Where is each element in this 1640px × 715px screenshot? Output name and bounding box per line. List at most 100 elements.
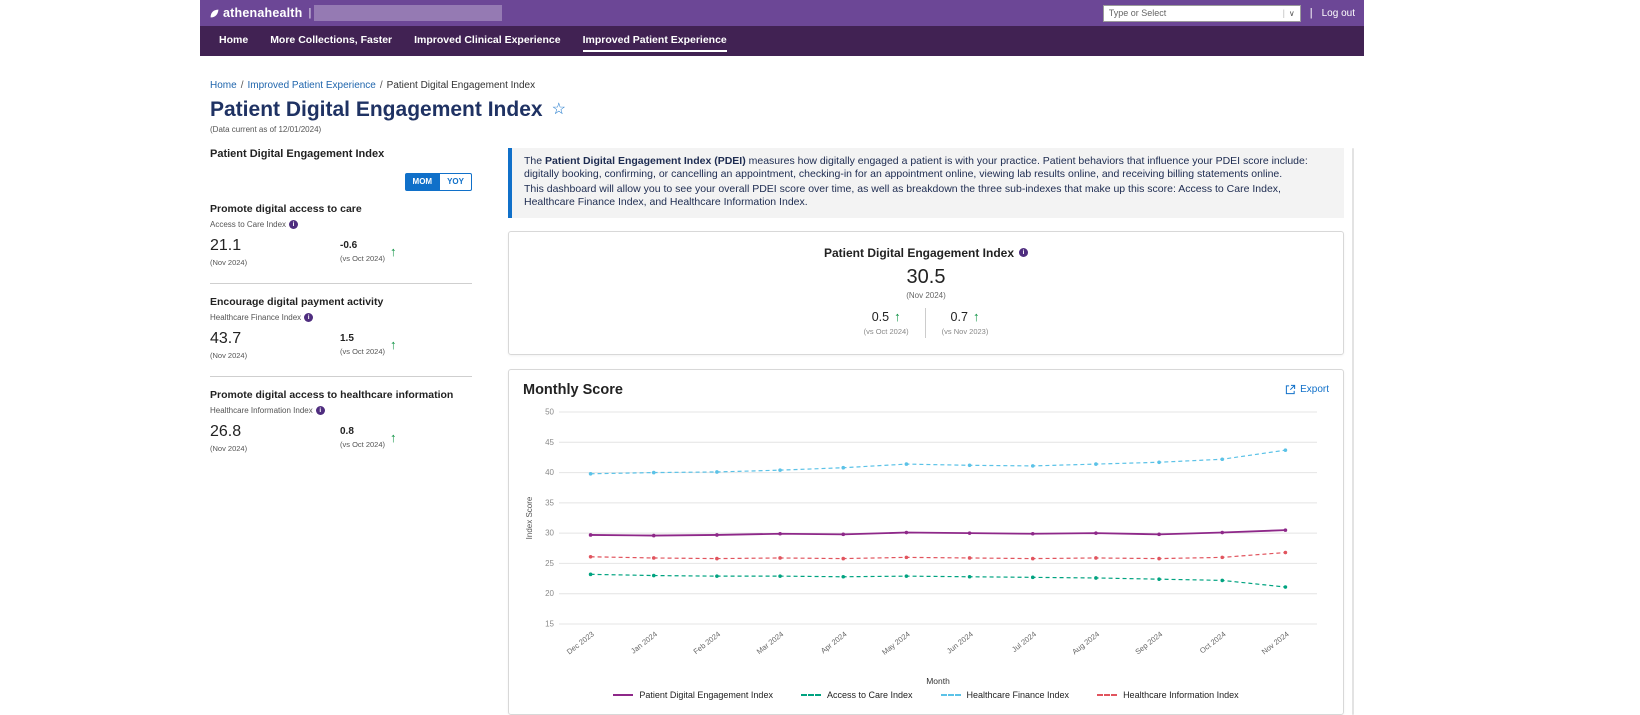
metric-row: 26.8 (Nov 2024) 0.8 (vs Oct 2024) ↑ — [210, 423, 472, 453]
svg-text:Month: Month — [926, 676, 950, 686]
metric-index-label: Healthcare Information Index — [210, 405, 313, 415]
breadcrumb-link-home[interactable]: Home — [210, 80, 237, 91]
metric-delta-block: 1.5 (vs Oct 2024) ↑ — [340, 330, 397, 360]
favorite-star-icon[interactable]: ☆ — [552, 102, 566, 118]
nav-item-label: Home — [219, 33, 249, 46]
delta-divider — [924, 307, 926, 338]
svg-text:May 2024: May 2024 — [880, 629, 911, 656]
data-point — [588, 532, 593, 537]
data-point — [1094, 575, 1098, 580]
metrics-list: Promote digital access to care Access to … — [210, 191, 472, 469]
info-banner-paragraph-2: This dashboard will allow you to see you… — [524, 183, 1281, 209]
metric-period: (Nov 2024) — [210, 257, 248, 267]
data-point — [1157, 556, 1161, 560]
scope-select[interactable]: Type or Select | ∨ — [1102, 4, 1301, 22]
metric-index-label: Healthcare Finance Index — [210, 312, 302, 322]
mom-toggle-button[interactable]: MOM — [404, 173, 441, 191]
metric-delta: -0.6 — [340, 240, 358, 252]
data-point — [588, 572, 593, 576]
export-label: Export — [1300, 384, 1329, 395]
select-separator: | — [1282, 8, 1285, 18]
data-point — [1094, 530, 1098, 535]
metric-healthcare-information-index: Promote digital access to healthcare inf… — [210, 377, 472, 469]
metric-index-name: Healthcare Finance Index i — [210, 312, 472, 322]
series-line-access-to-care-index — [590, 573, 1286, 588]
data-point — [1157, 576, 1161, 581]
data-point — [588, 471, 593, 476]
scrollbar[interactable] — [1352, 148, 1354, 715]
legend-patient-digital-engagement-index[interactable]: Patient Digital Engagement Index — [613, 690, 773, 700]
data-point — [841, 465, 846, 470]
metric-healthcare-finance-index: Encourage digital payment activity Health… — [210, 284, 472, 376]
nav-item-home[interactable]: Home — [208, 26, 259, 56]
legend-healthcare-information-index[interactable]: Healthcare Information Index — [1097, 690, 1239, 700]
svg-text:Feb 2024: Feb 2024 — [692, 629, 723, 656]
metric-delta-block: 0.8 (vs Oct 2024) ↑ — [340, 423, 397, 453]
legend-healthcare-finance-index[interactable]: Healthcare Finance Index — [940, 689, 1070, 700]
data-point — [778, 467, 782, 472]
delta-vs-prev-month: 0.5 ↑ (vs Oct 2024) — [864, 310, 909, 336]
svg-text:Jul 2024: Jul 2024 — [1010, 629, 1038, 654]
export-link[interactable]: Export — [1285, 384, 1329, 395]
breadcrumb-separator: / — [240, 80, 244, 91]
info-icon[interactable]: i — [289, 219, 299, 229]
content: Home / Improved Patient Experience / Patient… — [200, 80, 1364, 715]
data-point — [1030, 531, 1035, 536]
page-title: Patient Digital Engagement Index — [210, 98, 543, 121]
legend-swatch — [613, 693, 634, 696]
data-point — [967, 574, 972, 579]
period-toggle: MOM YOY — [210, 173, 472, 191]
trend-up-arrow-icon: ↑ — [390, 337, 397, 353]
svg-text:50: 50 — [545, 407, 554, 416]
export-icon — [1285, 384, 1296, 395]
info-icon[interactable]: i — [1019, 248, 1029, 257]
info-icon[interactable]: i — [315, 405, 325, 415]
data-point — [967, 463, 972, 467]
data-point — [1283, 584, 1288, 589]
trend-up-arrow-icon: ↑ — [390, 430, 397, 446]
data-point — [1157, 459, 1161, 464]
svg-text:Jan 2024: Jan 2024 — [629, 629, 659, 655]
data-point — [1220, 530, 1225, 534]
breadcrumb-separator: / — [379, 80, 383, 91]
metric-delta-block: -0.6 (vs Oct 2024) ↑ — [340, 237, 397, 267]
scope-select-placeholder: Type or Select — [1108, 8, 1167, 18]
brand: athenahealth | — [209, 6, 314, 20]
trend-up-arrow-icon: ↑ — [972, 309, 980, 324]
metric-delta-period: (vs Oct 2024) — [340, 254, 386, 264]
main-nav: Home More Collections, Faster Improved Cli… — [200, 26, 1364, 56]
metric-row: 43.7 (Nov 2024) 1.5 (vs Oct 2024) ↑ — [210, 330, 472, 360]
data-point — [1094, 461, 1098, 466]
nav-item-more-collections-faster[interactable]: More Collections, Faster — [259, 26, 403, 56]
nav-item-improved-clinical-experience[interactable]: Improved Clinical Experience — [403, 26, 571, 56]
legend-access-to-care-index[interactable]: Access to Care Index — [800, 690, 913, 700]
data-point — [778, 531, 782, 536]
legend-swatch — [940, 693, 961, 696]
series-line-healthcare-finance-index — [590, 449, 1286, 474]
metric-period: (Nov 2024) — [210, 350, 248, 360]
legend-label: Healthcare Finance Index — [966, 689, 1070, 700]
data-point — [1094, 555, 1098, 560]
svg-text:Jun 2024: Jun 2024 — [945, 629, 975, 655]
data-point — [1157, 532, 1161, 536]
data-point — [778, 573, 782, 578]
metric-index-name: Healthcare Information Index i — [210, 405, 472, 415]
data-point — [967, 530, 972, 535]
delta-value: 0.5 — [871, 309, 890, 324]
nav-item-improved-patient-experience[interactable]: Improved Patient Experience — [572, 26, 738, 56]
svg-text:Aug 2024: Aug 2024 — [1070, 629, 1101, 656]
legend-label: Patient Digital Engagement Index — [639, 689, 773, 700]
logout-link[interactable]: Log out — [1322, 8, 1355, 19]
data-point — [904, 573, 909, 578]
global-search-input[interactable] — [314, 5, 503, 21]
breadcrumb-link-improved-patient-experience[interactable]: Improved Patient Experience — [247, 80, 375, 91]
chevron-down-icon: ∨ — [1288, 8, 1295, 18]
data-point — [904, 530, 909, 534]
svg-text:Mar 2024: Mar 2024 — [755, 629, 786, 656]
nav-item-label: More Collections, Faster — [270, 33, 393, 46]
breadcrumb-current: Patient Digital Engagement Index — [386, 80, 536, 91]
info-icon[interactable]: i — [304, 312, 314, 322]
score-card-title: Patient Digital Engagement Index — [823, 245, 1015, 260]
yoy-toggle-button[interactable]: YOY — [440, 173, 472, 191]
metric-row: 21.1 (Nov 2024) -0.6 (vs Oct 2024) ↑ — [210, 237, 472, 267]
